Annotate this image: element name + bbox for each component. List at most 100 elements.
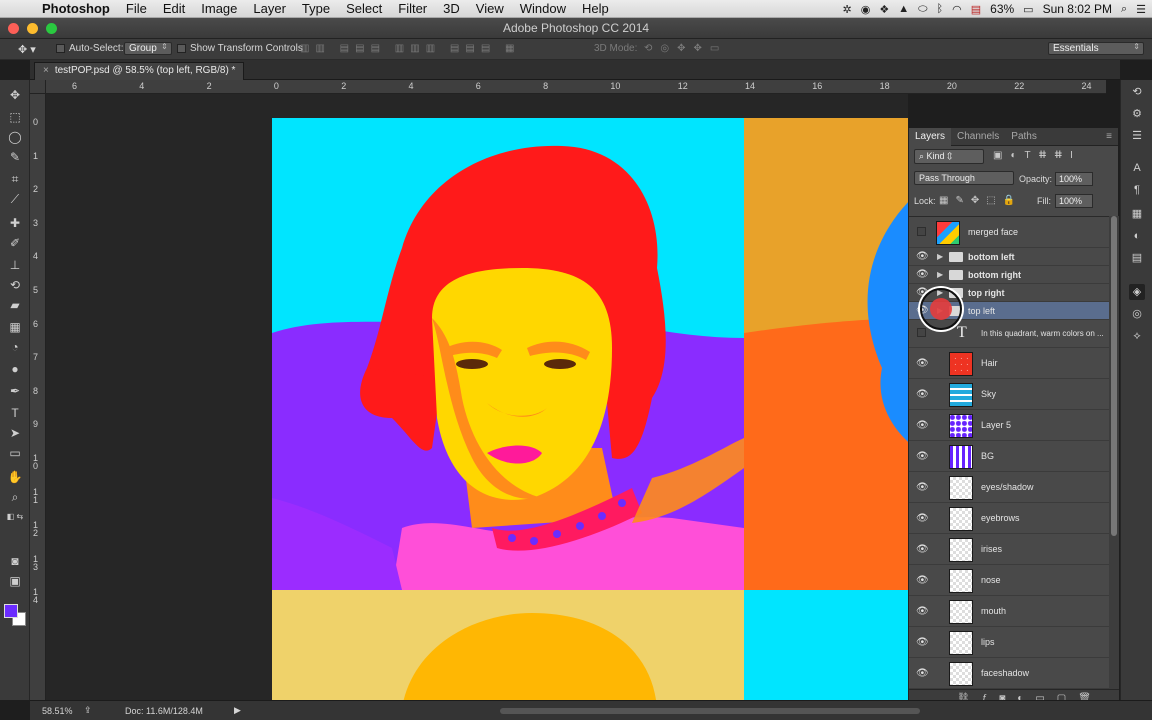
layer-row[interactable]: 👁 lips <box>909 627 1109 658</box>
eye-icon[interactable]: 👁 <box>916 606 929 617</box>
show-transform-option[interactable]: Show Transform Controls <box>177 43 303 54</box>
eye-icon[interactable]: 👁 <box>916 251 929 262</box>
pop-art-canvas[interactable] <box>272 118 908 700</box>
kind-dropdown[interactable]: ⌕ Kind ⇕ <box>914 149 984 164</box>
drive-icon[interactable]: ▲ <box>898 3 909 15</box>
lock-icons[interactable]: ▦✎✥⬚🔒 <box>939 195 1022 206</box>
eye-icon[interactable]: 👁 <box>916 544 929 555</box>
horizontal-ruler[interactable]: 6 4 2 0 2 4 6 8 10 12 14 16 18 20 22 24 <box>46 80 1106 94</box>
blend-mode-dropdown[interactable]: Pass Through <box>914 171 1014 185</box>
wifi-icon[interactable]: ◠ <box>952 3 962 16</box>
foreground-color-swatch[interactable] <box>4 604 18 618</box>
vertical-ruler[interactable]: 0 1 2 3 4 5 6 7 8 9 1 0 1 1 1 2 1 3 1 4 <box>30 94 46 700</box>
pen-tool-icon[interactable]: ✒ <box>5 382 25 400</box>
auto-select-checkbox[interactable] <box>56 43 65 53</box>
menu-type[interactable]: Type <box>294 0 338 18</box>
export-icon[interactable]: ⇪ <box>84 705 92 716</box>
layer-row[interactable]: 👁 eyes/shadow <box>909 472 1109 503</box>
color-icon[interactable]: ◐ <box>1129 228 1145 244</box>
eye-icon[interactable]: 👁 <box>916 513 929 524</box>
layer-row[interactable]: 👁 Hair <box>909 348 1109 379</box>
layer-row[interactable]: 👁 faceshadow <box>909 658 1109 689</box>
eye-icon[interactable]: 👁 <box>916 575 929 586</box>
auto-select-dropdown[interactable]: Group <box>124 42 172 55</box>
fill-field[interactable]: 100% <box>1055 194 1093 208</box>
menu-filter[interactable]: Filter <box>390 0 435 18</box>
battery-percent[interactable]: 63% <box>990 2 1014 16</box>
layer-row[interactable]: 👁 ▶ bottom right <box>909 266 1109 284</box>
eye-icon[interactable]: 👁 <box>916 451 929 462</box>
layer-row[interactable]: merged face <box>909 217 1109 248</box>
close-tab-icon[interactable]: × <box>43 65 49 76</box>
layers-icon[interactable]: ◈ <box>1129 284 1145 300</box>
horizontal-scrollbar[interactable] <box>500 708 920 714</box>
menu-app-name[interactable]: Photoshop <box>34 0 118 18</box>
stamp-tool-icon[interactable]: ⊥ <box>5 256 25 274</box>
toggle-icon[interactable]: ⬭ <box>918 3 927 16</box>
paths-icon[interactable]: ⟡ <box>1129 328 1145 344</box>
status-menu-arrow-icon[interactable]: ▶ <box>234 705 241 716</box>
eye-icon[interactable]: 👁 <box>916 358 929 369</box>
show-transform-checkbox[interactable] <box>177 43 186 53</box>
align-icons[interactable]: ▥▥ ▤▤▤ ▥▥▥ ▤▤▤ ▦ <box>300 43 521 54</box>
dropbox-icon[interactable]: ❖ <box>879 3 889 16</box>
layer-row[interactable]: 👁 mouth <box>909 596 1109 627</box>
healing-tool-icon[interactable]: ✚ <box>5 214 25 232</box>
quick-select-tool-icon[interactable]: ✎ <box>5 148 25 166</box>
layer-row[interactable]: 👁 ▶ bottom left <box>909 248 1109 266</box>
layers-scrollbar[interactable] <box>1109 216 1119 689</box>
tab-channels[interactable]: Channels <box>951 128 1005 146</box>
eye-icon[interactable]: 👁 <box>916 389 929 400</box>
eyedropper-tool-icon[interactable]: ⟋ <box>5 190 25 208</box>
actions-icon[interactable]: ⚙ <box>1129 106 1145 122</box>
search-icon[interactable]: ⌕ <box>1121 3 1127 16</box>
menu-image[interactable]: Image <box>193 0 245 18</box>
lasso-tool-icon[interactable]: ◯ <box>5 128 25 146</box>
expand-arrow-icon[interactable]: ▶ <box>937 270 943 279</box>
menu-help[interactable]: Help <box>574 0 617 18</box>
character-icon[interactable]: A <box>1129 160 1145 176</box>
tab-layers[interactable]: Layers <box>909 127 952 146</box>
shape-tool-icon[interactable]: ▭ <box>5 444 25 462</box>
eye-icon[interactable]: 👁 <box>916 420 929 431</box>
panel-menu-icon[interactable]: ≡ <box>1100 128 1118 146</box>
auto-select-option[interactable]: Auto-Select: <box>56 43 123 54</box>
channels-icon[interactable]: ◎ <box>1129 306 1145 322</box>
eraser-tool-icon[interactable]: ▰ <box>5 296 25 314</box>
eye-icon[interactable]: 👁 <box>916 637 929 648</box>
menu-layer[interactable]: Layer <box>245 0 294 18</box>
move-tool-icon[interactable]: ✥ <box>5 86 25 104</box>
filter-icons[interactable]: ▣◐TⵌⵌI <box>993 150 1081 161</box>
history-brush-icon[interactable]: ⟲ <box>5 276 25 294</box>
hand-tool-icon[interactable]: ✋ <box>5 468 25 486</box>
battery-icon[interactable]: ▭ <box>1023 3 1033 16</box>
brush-presets-icon[interactable]: ▦ <box>1129 206 1145 222</box>
bolt-icon[interactable]: ✲ <box>843 3 852 16</box>
paragraph-icon[interactable]: ¶ <box>1129 182 1145 198</box>
type-tool-icon[interactable]: T <box>5 404 25 422</box>
blur-tool-icon[interactable]: ◔ <box>5 338 25 356</box>
path-select-tool-icon[interactable]: ➤ <box>5 424 25 442</box>
layer-row[interactable]: 👁 irises <box>909 534 1109 565</box>
opacity-field[interactable]: 100% <box>1055 172 1093 186</box>
clock[interactable]: Sun 8:02 PM <box>1043 2 1112 16</box>
layer-row[interactable]: 👁 nose <box>909 565 1109 596</box>
menu-select[interactable]: Select <box>338 0 390 18</box>
3d-mode-icons[interactable]: ⟲◎✥✥▭ <box>644 43 727 54</box>
layer-row[interactable]: 👁 Sky <box>909 379 1109 410</box>
record-icon[interactable]: ◉ <box>861 3 871 16</box>
layer-row[interactable]: 👁 eyebrows <box>909 503 1109 534</box>
flag-icon[interactable]: ▤ <box>971 3 981 16</box>
expand-arrow-icon[interactable]: ▶ <box>937 252 943 261</box>
eye-icon[interactable]: 👁 <box>916 668 929 679</box>
dodge-tool-icon[interactable]: ● <box>5 360 25 378</box>
brush-tool-icon[interactable]: ✐ <box>5 234 25 252</box>
move-tool-preset-icon[interactable]: ✥ ▾ <box>18 43 36 56</box>
screen-mode-icon[interactable]: ▣ <box>5 572 25 590</box>
canvas-area[interactable] <box>46 94 908 700</box>
menu-window[interactable]: Window <box>512 0 574 18</box>
zoom-tool-icon[interactable]: ⌕ <box>5 488 25 506</box>
quick-mask-icon[interactable]: ◙ <box>5 552 25 570</box>
ruler-corner[interactable] <box>30 80 46 94</box>
swatches-icon[interactable]: ▤ <box>1129 250 1145 266</box>
